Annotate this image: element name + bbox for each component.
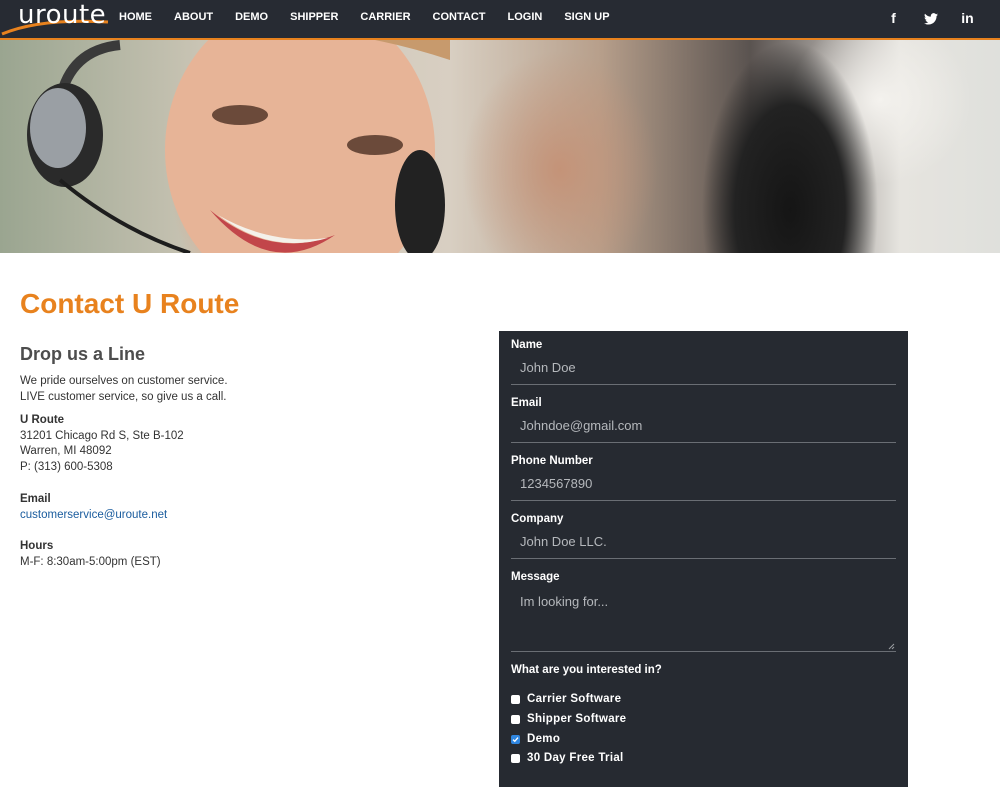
linkedin-icon[interactable]: in	[949, 10, 986, 26]
message-placeholder: Im looking for...	[520, 594, 609, 609]
nav-shipper[interactable]: SHIPPER	[279, 0, 349, 36]
main-nav: HOME ABOUT DEMO SHIPPER CARRIER CONTACT …	[108, 0, 621, 36]
option-shipper-software[interactable]: Shipper Software	[511, 711, 626, 727]
hours-value: M-F: 8:30am-5:00pm (EST)	[20, 555, 161, 568]
nav-demo[interactable]: DEMO	[224, 0, 279, 36]
email-label: Email	[20, 493, 51, 505]
intro-line-1: We pride ourselves on customer service.	[20, 375, 228, 387]
address-block: U Route 31201 Chicago Rd S, Ste B-102 Wa…	[20, 413, 184, 475]
uroute-logo[interactable]: uroute	[1, 0, 109, 36]
checkmark-icon	[512, 736, 519, 742]
option-label: Shipper Software	[527, 713, 627, 725]
checkbox-carrier-software[interactable]	[511, 694, 520, 704]
email-input[interactable]: Johndoe@gmail.com	[511, 411, 896, 443]
option-demo[interactable]: Demo	[511, 731, 560, 747]
drop-us-a-line-heading: Drop us a Line	[20, 344, 146, 364]
hours-block: Hours M-F: 8:30am-5:00pm (EST)	[20, 539, 161, 570]
company-name: U Route	[20, 414, 65, 426]
interest-label: What are you interested in?	[511, 664, 662, 676]
phone-input[interactable]: 1234567890	[511, 469, 896, 501]
message-label: Message	[511, 571, 560, 583]
nav-login[interactable]: LOGIN	[497, 0, 554, 36]
phone-label: Phone Number	[511, 455, 593, 467]
option-free-trial[interactable]: 30 Day Free Trial	[511, 750, 624, 766]
resize-handle-icon[interactable]	[888, 643, 895, 650]
social-links: f in	[875, 0, 986, 36]
email-link[interactable]: customerservice@uroute.net	[20, 508, 167, 524]
hours-label: Hours	[20, 540, 54, 552]
site-header: uroute HOME ABOUT DEMO SHIPPER CARRIER C…	[0, 0, 1000, 40]
name-input[interactable]: John Doe	[511, 353, 896, 385]
company-label: Company	[511, 513, 564, 525]
nav-home[interactable]: HOME	[108, 0, 163, 36]
nav-carrier[interactable]: CARRIER	[349, 0, 421, 36]
logo-text: uroute	[18, 0, 107, 30]
option-carrier-software[interactable]: Carrier Software	[511, 691, 621, 707]
nav-about[interactable]: ABOUT	[163, 0, 224, 36]
address-line-2: Warren, MI 48092	[20, 445, 112, 457]
intro-text: We pride ourselves on customer service. …	[20, 374, 228, 405]
company-input[interactable]: John Doe LLC.	[511, 527, 896, 559]
option-label: Carrier Software	[527, 693, 622, 705]
address-line-1: 31201 Chicago Rd S, Ste B-102	[20, 429, 184, 442]
nav-signup[interactable]: SIGN UP	[553, 0, 620, 36]
contact-form: Name John Doe Email Johndoe@gmail.com Ph…	[499, 331, 908, 787]
intro-line-2: LIVE customer service, so give us a call…	[20, 390, 227, 403]
checkbox-demo[interactable]	[511, 734, 520, 744]
nav-contact[interactable]: CONTACT	[422, 0, 497, 36]
checkbox-shipper-software[interactable]	[511, 714, 520, 724]
twitter-icon[interactable]	[912, 10, 949, 26]
email-field-label: Email	[511, 397, 542, 409]
checkbox-free-trial[interactable]	[511, 753, 520, 763]
hero-illustration	[27, 40, 450, 253]
email-block: Email customerservice@uroute.net	[20, 492, 167, 523]
page-title: Contact U Route	[20, 288, 240, 319]
phone-number: P: (313) 600-5308	[20, 460, 113, 473]
message-textarea[interactable]: Im looking for...	[511, 590, 896, 652]
option-label: Demo	[527, 733, 561, 745]
hero-banner-image	[0, 40, 1000, 253]
option-label: 30 Day Free Trial	[527, 752, 624, 764]
name-label: Name	[511, 339, 543, 351]
facebook-icon[interactable]: f	[875, 10, 912, 26]
